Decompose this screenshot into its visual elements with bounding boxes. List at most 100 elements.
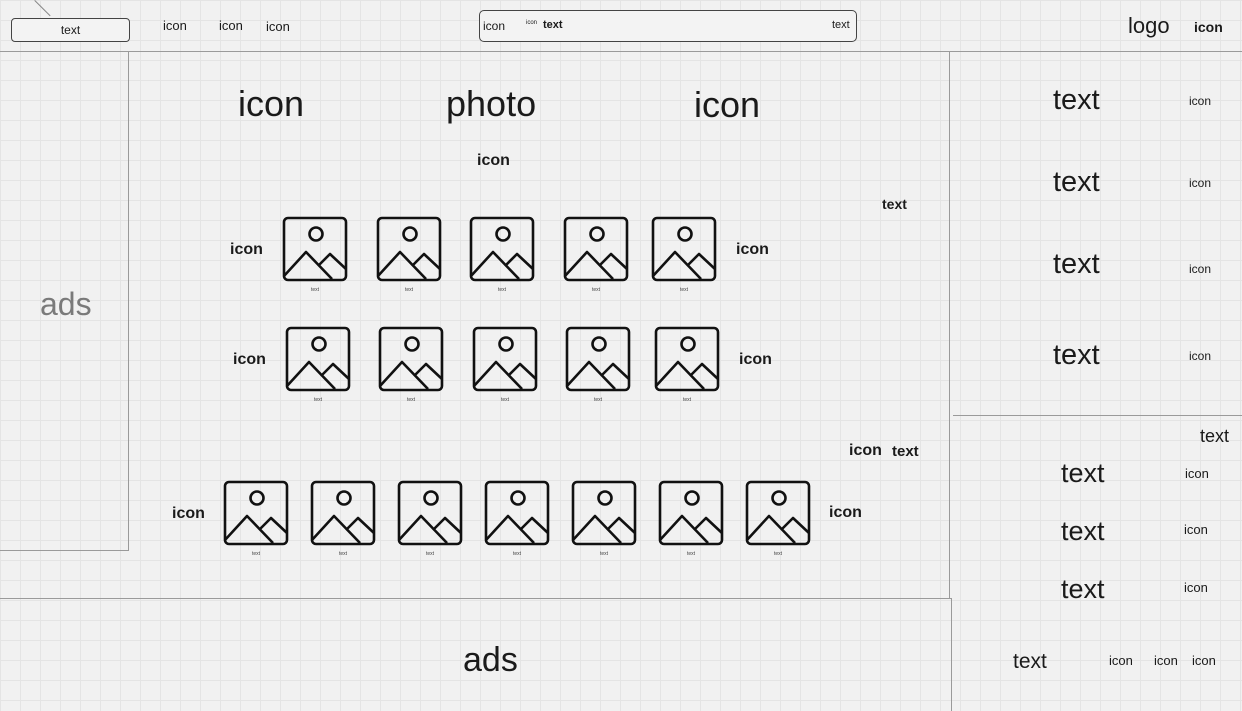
right-list-item-3-icon[interactable]: icon <box>1189 263 1211 275</box>
photo-thumbnail[interactable]: text <box>565 326 631 404</box>
photo-caption: text <box>406 397 416 403</box>
photo-caption: text <box>512 551 522 557</box>
photo-caption: text <box>310 287 320 293</box>
right-footer-icon-1[interactable]: icon <box>1109 654 1133 667</box>
photo-thumbnail[interactable]: text <box>469 216 535 294</box>
image-placeholder-icon <box>310 480 376 546</box>
photo-thumbnail[interactable]: text <box>282 216 348 294</box>
photo-caption: text <box>591 287 601 293</box>
right-footer-text[interactable]: text <box>1013 651 1047 672</box>
user-icon[interactable]: icon <box>1194 20 1223 34</box>
image-placeholder-icon <box>563 216 629 282</box>
row3-prev-icon[interactable]: icon <box>172 506 205 522</box>
image-placeholder-icon <box>484 480 550 546</box>
photo-caption: text <box>682 397 692 403</box>
left-ad-label: ads <box>40 286 92 322</box>
image-placeholder-icon <box>378 326 444 392</box>
photo-thumbnail[interactable]: text <box>563 216 629 294</box>
photo-caption: text <box>599 551 609 557</box>
main-photo-label: photo <box>446 83 537 124</box>
right-panel-divider <box>949 51 950 598</box>
right-list-item-2-text[interactable]: text <box>1053 168 1100 197</box>
nav-icon-2[interactable]: icon <box>219 19 243 32</box>
header-button[interactable]: text <box>11 18 130 42</box>
right-panel-divider-lower <box>951 598 952 711</box>
search-icon[interactable]: icon <box>483 20 505 32</box>
right-lower-title[interactable]: text <box>1200 427 1229 445</box>
main-top-icon-right[interactable]: icon <box>694 87 760 123</box>
image-placeholder-icon <box>472 326 538 392</box>
left-ad-panel[interactable]: ads <box>0 51 129 551</box>
section2-header-text[interactable]: text <box>892 444 919 459</box>
image-placeholder-icon <box>285 326 351 392</box>
row1-next-icon[interactable]: icon <box>736 242 769 258</box>
row3-next-icon[interactable]: icon <box>829 505 862 521</box>
photo-thumbnail[interactable]: text <box>376 216 442 294</box>
photo-thumbnail[interactable]: text <box>378 326 444 404</box>
photo-thumbnail[interactable]: text <box>310 480 376 558</box>
photo-thumbnail[interactable]: text <box>654 326 720 404</box>
photo-caption: text <box>679 287 689 293</box>
section1-title-icon[interactable]: icon <box>477 153 510 169</box>
photo-thumbnail[interactable]: text <box>658 480 724 558</box>
image-placeholder-icon <box>654 326 720 392</box>
image-placeholder-icon <box>571 480 637 546</box>
right-list-item-1-icon[interactable]: icon <box>1189 95 1211 107</box>
bottom-ad-divider <box>0 598 951 599</box>
right-footer-icon-3[interactable]: icon <box>1192 654 1216 667</box>
photo-caption: text <box>404 287 414 293</box>
photo-thumbnail[interactable]: text <box>285 326 351 404</box>
image-placeholder-icon <box>651 216 717 282</box>
search-action[interactable]: text <box>832 20 850 31</box>
photo-caption: text <box>338 551 348 557</box>
photo-thumbnail[interactable]: text <box>571 480 637 558</box>
row1-prev-icon[interactable]: icon <box>230 242 263 258</box>
right-lower-item-1-text[interactable]: text <box>1061 460 1105 487</box>
logo[interactable]: logo <box>1128 15 1170 37</box>
section2-header-icon[interactable]: icon <box>849 443 882 459</box>
image-placeholder-icon <box>397 480 463 546</box>
bottom-ad-label[interactable]: ads <box>463 643 518 677</box>
main-top-icon-left[interactable]: icon <box>238 86 304 122</box>
section1-right-text[interactable]: text <box>882 197 907 211</box>
right-lower-item-3-text[interactable]: text <box>1061 576 1105 603</box>
corner-mark <box>34 0 51 17</box>
right-list-item-4-icon[interactable]: icon <box>1189 350 1211 362</box>
image-placeholder-icon <box>745 480 811 546</box>
search-bar[interactable]: icon icon text text <box>479 10 857 42</box>
photo-thumbnail[interactable]: text <box>745 480 811 558</box>
right-list-item-3-text[interactable]: text <box>1053 250 1100 279</box>
image-placeholder-icon <box>658 480 724 546</box>
right-lower-item-3-icon[interactable]: icon <box>1184 581 1208 594</box>
nav-icon-3[interactable]: icon <box>266 20 290 33</box>
photo-caption: text <box>313 397 323 403</box>
search-input[interactable]: text <box>543 20 563 31</box>
right-lower-item-1-icon[interactable]: icon <box>1185 467 1209 480</box>
image-placeholder-icon <box>376 216 442 282</box>
photo-caption: text <box>251 551 261 557</box>
right-footer-icon-2[interactable]: icon <box>1154 654 1178 667</box>
photo-thumbnail[interactable]: text <box>651 216 717 294</box>
image-placeholder-icon <box>223 480 289 546</box>
photo-caption: text <box>773 551 783 557</box>
photo-thumbnail[interactable]: text <box>397 480 463 558</box>
header-divider <box>0 51 1242 52</box>
nav-icon-1[interactable]: icon <box>163 19 187 32</box>
row2-next-icon[interactable]: icon <box>739 352 772 368</box>
photo-thumbnail[interactable]: text <box>484 480 550 558</box>
right-list-item-4-text[interactable]: text <box>1053 341 1100 370</box>
photo-caption: text <box>593 397 603 403</box>
row2-prev-icon[interactable]: icon <box>233 352 266 368</box>
image-placeholder-icon <box>565 326 631 392</box>
right-list-item-2-icon[interactable]: icon <box>1189 177 1211 189</box>
image-placeholder-icon <box>469 216 535 282</box>
photo-caption: text <box>497 287 507 293</box>
right-lower-item-2-icon[interactable]: icon <box>1184 523 1208 536</box>
right-list-item-1-text[interactable]: text <box>1053 86 1100 115</box>
photo-thumbnail[interactable]: text <box>223 480 289 558</box>
photo-caption: text <box>425 551 435 557</box>
photo-thumbnail[interactable]: text <box>472 326 538 404</box>
photo-caption: text <box>686 551 696 557</box>
search-inner-icon: icon <box>526 20 538 26</box>
right-lower-item-2-text[interactable]: text <box>1061 518 1105 545</box>
